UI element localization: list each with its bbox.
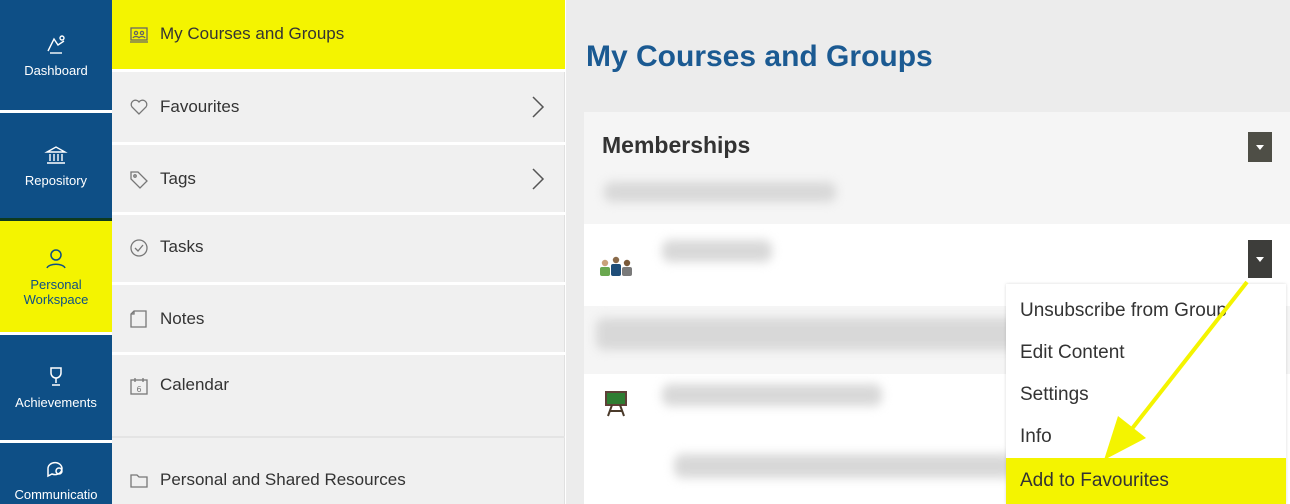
redacted-course-detail	[674, 454, 1014, 478]
page-title: My Courses and Groups	[586, 40, 933, 73]
menu-unsubscribe-from-group[interactable]: Unsubscribe from Group	[1006, 290, 1286, 332]
workspace-menu: My Courses and Groups Favourites Tags Ta…	[112, 0, 565, 504]
redacted-text	[604, 182, 836, 202]
nav-achievements[interactable]: Achievements	[0, 335, 112, 440]
card-title: Memberships	[602, 132, 751, 158]
nav-personal-label-1: Personal	[30, 276, 82, 292]
menu-tags[interactable]: Tags	[112, 145, 565, 215]
group-context-menu: Unsubscribe from Group Edit Content Sett…	[1006, 284, 1286, 504]
menu-item-label: Favourites	[160, 97, 240, 116]
menu-tasks[interactable]: Tasks	[112, 215, 565, 285]
nav-repository[interactable]: Repository	[0, 113, 112, 221]
courses-icon	[128, 24, 150, 46]
nav-communication-label: Communicatio	[14, 487, 98, 502]
redacted-group-name	[662, 240, 772, 262]
redacted-course-name	[662, 384, 882, 406]
group-menu-button[interactable]	[1248, 240, 1272, 278]
check-circle-icon	[128, 237, 150, 259]
menu-calendar[interactable]: 6 Calendar	[112, 355, 565, 425]
repository-icon	[44, 143, 68, 167]
menu-add-to-favourites[interactable]: Add to Favourites	[1006, 458, 1286, 504]
menu-favourites[interactable]: Favourites	[112, 72, 565, 145]
chevron-right-icon	[532, 96, 545, 118]
menu-item-label: Personal and Shared Resources	[160, 469, 406, 489]
redacted-text	[596, 318, 1026, 350]
chalkboard-icon	[605, 391, 627, 417]
svg-text:6: 6	[136, 385, 141, 394]
menu-personal-and-shared-resources[interactable]: Personal and Shared Resources	[112, 445, 565, 504]
menu-item-label: Tasks	[160, 237, 204, 256]
note-icon	[128, 308, 150, 330]
menu-item-label: Notes	[160, 308, 205, 328]
menu-notes[interactable]: Notes	[112, 285, 565, 355]
menu-edit-content[interactable]: Edit Content	[1006, 332, 1286, 374]
nav-dashboard[interactable]: Dashboard	[0, 0, 112, 110]
group-icon	[600, 256, 632, 276]
nav-personal-workspace[interactable]: Personal Workspace	[0, 221, 112, 332]
menu-item-label: My Courses and Groups	[160, 24, 345, 43]
trophy-icon	[44, 365, 68, 389]
chevron-right-icon	[532, 167, 545, 190]
menu-settings[interactable]: Settings	[1006, 374, 1286, 416]
nav-repository-label: Repository	[24, 173, 88, 188]
chat-icon	[44, 457, 68, 481]
dashboard-icon	[44, 33, 68, 57]
heart-icon	[128, 96, 150, 118]
folder-icon	[128, 469, 150, 491]
tag-icon	[128, 168, 150, 190]
nav-achievements-label: Achievements	[15, 395, 97, 410]
nav-personal-label-2: Workspace	[23, 291, 89, 307]
menu-item-label: Tags	[160, 168, 196, 188]
nav-communication[interactable]: Communicatio	[0, 443, 112, 504]
menu-item-label: Calendar	[160, 375, 229, 394]
menu-divider	[112, 436, 565, 438]
nav-dashboard-label: Dashboard	[24, 62, 88, 78]
menu-my-courses-and-groups[interactable]: My Courses and Groups	[112, 0, 565, 72]
menu-info[interactable]: Info	[1006, 416, 1286, 458]
main-nav-rail: Dashboard Repository Personal Workspace …	[0, 0, 112, 504]
memberships-menu-button[interactable]	[1248, 132, 1272, 162]
calendar-icon: 6	[128, 375, 150, 397]
person-icon	[44, 247, 68, 271]
